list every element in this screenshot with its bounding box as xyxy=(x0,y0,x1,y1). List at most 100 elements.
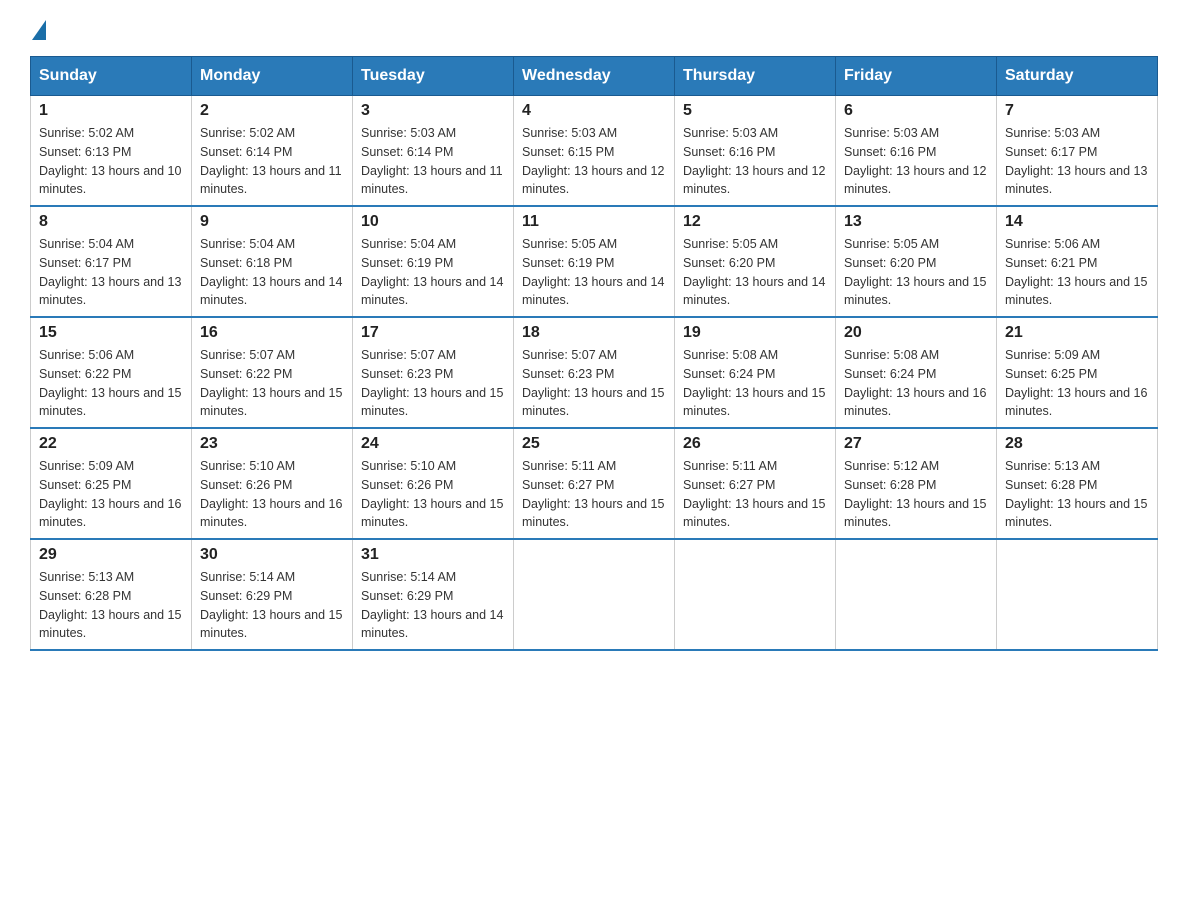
day-number: 12 xyxy=(683,213,827,231)
day-info: Sunrise: 5:11 AMSunset: 6:27 PMDaylight:… xyxy=(683,457,827,532)
day-info: Sunrise: 5:09 AMSunset: 6:25 PMDaylight:… xyxy=(1005,346,1149,421)
calendar-cell: 2 Sunrise: 5:02 AMSunset: 6:14 PMDayligh… xyxy=(192,96,353,207)
calendar-cell: 23 Sunrise: 5:10 AMSunset: 6:26 PMDaylig… xyxy=(192,428,353,539)
day-number: 5 xyxy=(683,102,827,120)
calendar-week-row: 15 Sunrise: 5:06 AMSunset: 6:22 PMDaylig… xyxy=(31,317,1158,428)
calendar-cell: 1 Sunrise: 5:02 AMSunset: 6:13 PMDayligh… xyxy=(31,96,192,207)
day-number: 13 xyxy=(844,213,988,231)
day-info: Sunrise: 5:03 AMSunset: 6:15 PMDaylight:… xyxy=(522,124,666,199)
day-number: 20 xyxy=(844,324,988,342)
day-number: 29 xyxy=(39,546,183,564)
day-number: 22 xyxy=(39,435,183,453)
day-number: 19 xyxy=(683,324,827,342)
day-number: 1 xyxy=(39,102,183,120)
day-number: 30 xyxy=(200,546,344,564)
day-info: Sunrise: 5:02 AMSunset: 6:13 PMDaylight:… xyxy=(39,124,183,199)
day-info: Sunrise: 5:03 AMSunset: 6:16 PMDaylight:… xyxy=(844,124,988,199)
calendar-cell: 9 Sunrise: 5:04 AMSunset: 6:18 PMDayligh… xyxy=(192,206,353,317)
calendar-cell: 29 Sunrise: 5:13 AMSunset: 6:28 PMDaylig… xyxy=(31,539,192,650)
day-number: 9 xyxy=(200,213,344,231)
day-info: Sunrise: 5:06 AMSunset: 6:21 PMDaylight:… xyxy=(1005,235,1149,310)
calendar-cell xyxy=(997,539,1158,650)
calendar-cell: 27 Sunrise: 5:12 AMSunset: 6:28 PMDaylig… xyxy=(836,428,997,539)
day-info: Sunrise: 5:05 AMSunset: 6:19 PMDaylight:… xyxy=(522,235,666,310)
day-info: Sunrise: 5:12 AMSunset: 6:28 PMDaylight:… xyxy=(844,457,988,532)
day-number: 16 xyxy=(200,324,344,342)
day-number: 25 xyxy=(522,435,666,453)
calendar-cell: 8 Sunrise: 5:04 AMSunset: 6:17 PMDayligh… xyxy=(31,206,192,317)
day-number: 24 xyxy=(361,435,505,453)
day-info: Sunrise: 5:05 AMSunset: 6:20 PMDaylight:… xyxy=(683,235,827,310)
day-number: 11 xyxy=(522,213,666,231)
day-number: 17 xyxy=(361,324,505,342)
calendar-week-row: 8 Sunrise: 5:04 AMSunset: 6:17 PMDayligh… xyxy=(31,206,1158,317)
day-number: 15 xyxy=(39,324,183,342)
logo-triangle-icon xyxy=(32,20,46,40)
day-number: 31 xyxy=(361,546,505,564)
weekday-header-friday: Friday xyxy=(836,57,997,96)
day-info: Sunrise: 5:14 AMSunset: 6:29 PMDaylight:… xyxy=(361,568,505,643)
calendar-cell: 5 Sunrise: 5:03 AMSunset: 6:16 PMDayligh… xyxy=(675,96,836,207)
calendar-cell: 10 Sunrise: 5:04 AMSunset: 6:19 PMDaylig… xyxy=(353,206,514,317)
calendar-cell: 12 Sunrise: 5:05 AMSunset: 6:20 PMDaylig… xyxy=(675,206,836,317)
day-info: Sunrise: 5:04 AMSunset: 6:17 PMDaylight:… xyxy=(39,235,183,310)
logo xyxy=(30,20,48,36)
calendar-cell: 31 Sunrise: 5:14 AMSunset: 6:29 PMDaylig… xyxy=(353,539,514,650)
day-info: Sunrise: 5:02 AMSunset: 6:14 PMDaylight:… xyxy=(200,124,344,199)
day-info: Sunrise: 5:08 AMSunset: 6:24 PMDaylight:… xyxy=(683,346,827,421)
calendar-cell: 25 Sunrise: 5:11 AMSunset: 6:27 PMDaylig… xyxy=(514,428,675,539)
day-number: 4 xyxy=(522,102,666,120)
day-info: Sunrise: 5:13 AMSunset: 6:28 PMDaylight:… xyxy=(39,568,183,643)
calendar-cell: 24 Sunrise: 5:10 AMSunset: 6:26 PMDaylig… xyxy=(353,428,514,539)
calendar-cell: 20 Sunrise: 5:08 AMSunset: 6:24 PMDaylig… xyxy=(836,317,997,428)
calendar-cell: 22 Sunrise: 5:09 AMSunset: 6:25 PMDaylig… xyxy=(31,428,192,539)
calendar-cell: 21 Sunrise: 5:09 AMSunset: 6:25 PMDaylig… xyxy=(997,317,1158,428)
day-info: Sunrise: 5:04 AMSunset: 6:18 PMDaylight:… xyxy=(200,235,344,310)
day-number: 7 xyxy=(1005,102,1149,120)
day-info: Sunrise: 5:14 AMSunset: 6:29 PMDaylight:… xyxy=(200,568,344,643)
calendar-cell: 19 Sunrise: 5:08 AMSunset: 6:24 PMDaylig… xyxy=(675,317,836,428)
day-info: Sunrise: 5:13 AMSunset: 6:28 PMDaylight:… xyxy=(1005,457,1149,532)
calendar-cell: 15 Sunrise: 5:06 AMSunset: 6:22 PMDaylig… xyxy=(31,317,192,428)
calendar-cell: 17 Sunrise: 5:07 AMSunset: 6:23 PMDaylig… xyxy=(353,317,514,428)
day-number: 18 xyxy=(522,324,666,342)
day-info: Sunrise: 5:07 AMSunset: 6:23 PMDaylight:… xyxy=(361,346,505,421)
calendar-cell: 3 Sunrise: 5:03 AMSunset: 6:14 PMDayligh… xyxy=(353,96,514,207)
day-info: Sunrise: 5:04 AMSunset: 6:19 PMDaylight:… xyxy=(361,235,505,310)
day-number: 27 xyxy=(844,435,988,453)
day-number: 23 xyxy=(200,435,344,453)
day-info: Sunrise: 5:03 AMSunset: 6:14 PMDaylight:… xyxy=(361,124,505,199)
calendar-week-row: 29 Sunrise: 5:13 AMSunset: 6:28 PMDaylig… xyxy=(31,539,1158,650)
calendar-table: SundayMondayTuesdayWednesdayThursdayFrid… xyxy=(30,56,1158,651)
weekday-header-wednesday: Wednesday xyxy=(514,57,675,96)
day-info: Sunrise: 5:09 AMSunset: 6:25 PMDaylight:… xyxy=(39,457,183,532)
calendar-week-row: 1 Sunrise: 5:02 AMSunset: 6:13 PMDayligh… xyxy=(31,96,1158,207)
day-info: Sunrise: 5:03 AMSunset: 6:16 PMDaylight:… xyxy=(683,124,827,199)
calendar-cell: 13 Sunrise: 5:05 AMSunset: 6:20 PMDaylig… xyxy=(836,206,997,317)
day-number: 8 xyxy=(39,213,183,231)
calendar-header-row: SundayMondayTuesdayWednesdayThursdayFrid… xyxy=(31,57,1158,96)
day-number: 28 xyxy=(1005,435,1149,453)
day-info: Sunrise: 5:03 AMSunset: 6:17 PMDaylight:… xyxy=(1005,124,1149,199)
day-info: Sunrise: 5:07 AMSunset: 6:22 PMDaylight:… xyxy=(200,346,344,421)
day-info: Sunrise: 5:11 AMSunset: 6:27 PMDaylight:… xyxy=(522,457,666,532)
day-number: 6 xyxy=(844,102,988,120)
day-number: 26 xyxy=(683,435,827,453)
calendar-cell: 6 Sunrise: 5:03 AMSunset: 6:16 PMDayligh… xyxy=(836,96,997,207)
day-number: 14 xyxy=(1005,213,1149,231)
weekday-header-saturday: Saturday xyxy=(997,57,1158,96)
calendar-cell xyxy=(836,539,997,650)
calendar-cell: 30 Sunrise: 5:14 AMSunset: 6:29 PMDaylig… xyxy=(192,539,353,650)
day-number: 21 xyxy=(1005,324,1149,342)
day-number: 10 xyxy=(361,213,505,231)
calendar-cell: 16 Sunrise: 5:07 AMSunset: 6:22 PMDaylig… xyxy=(192,317,353,428)
calendar-cell xyxy=(514,539,675,650)
calendar-cell: 18 Sunrise: 5:07 AMSunset: 6:23 PMDaylig… xyxy=(514,317,675,428)
weekday-header-sunday: Sunday xyxy=(31,57,192,96)
day-info: Sunrise: 5:07 AMSunset: 6:23 PMDaylight:… xyxy=(522,346,666,421)
calendar-week-row: 22 Sunrise: 5:09 AMSunset: 6:25 PMDaylig… xyxy=(31,428,1158,539)
calendar-cell: 4 Sunrise: 5:03 AMSunset: 6:15 PMDayligh… xyxy=(514,96,675,207)
calendar-cell: 28 Sunrise: 5:13 AMSunset: 6:28 PMDaylig… xyxy=(997,428,1158,539)
calendar-cell: 11 Sunrise: 5:05 AMSunset: 6:19 PMDaylig… xyxy=(514,206,675,317)
weekday-header-monday: Monday xyxy=(192,57,353,96)
